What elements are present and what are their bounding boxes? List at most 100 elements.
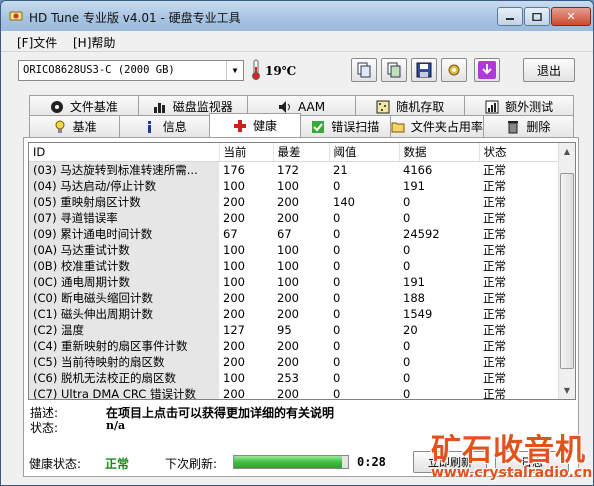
table-cell: 0 bbox=[403, 194, 411, 209]
tab-info[interactable]: 信息 bbox=[119, 115, 211, 137]
title-bar[interactable]: HD Tune 专业版 v4.01 - 硬盘专业工具 ✕ bbox=[1, 1, 593, 31]
status-label: 状态: bbox=[30, 421, 59, 435]
table-row[interactable]: (C4) 重新映射的扇区事件计数 200 200 0 0 正常 bbox=[29, 337, 560, 354]
copy-screenshot-button[interactable] bbox=[381, 58, 407, 82]
table-row[interactable]: (09) 累计通电时间计数 67 67 0 24592 正常 bbox=[29, 225, 560, 242]
table-cell: 正常 bbox=[483, 210, 506, 225]
tab-label: 健康 bbox=[253, 119, 278, 133]
options-button[interactable] bbox=[441, 58, 467, 82]
smart-table[interactable]: ID 当前 最差 阈值 数据 状态 (03) 马达旋转到标准转速所需... 176 172 21… bbox=[28, 142, 576, 400]
refresh-now-button[interactable]: 立即刷新 bbox=[413, 451, 487, 473]
table-cell: 0 bbox=[333, 274, 341, 289]
menu-file[interactable]: [F]文件 bbox=[17, 34, 57, 51]
table-row[interactable]: (0A) 马达重试计数 100 100 0 0 正常 bbox=[29, 241, 560, 258]
tab-label: 文件夹占用率 bbox=[410, 120, 483, 134]
table-cell: 0 bbox=[333, 370, 341, 385]
table-row[interactable]: (C2) 温度 127 95 0 20 正常 bbox=[29, 321, 560, 338]
table-row[interactable]: (C7) Ultra DMA CRC 错误计数 200 200 0 0 正常 bbox=[29, 385, 560, 400]
tab-folder-usage[interactable]: 文件夹占用率 bbox=[389, 115, 484, 137]
table-cell: 200 bbox=[277, 306, 299, 321]
vertical-scrollbar[interactable]: ▲ ▼ bbox=[558, 143, 575, 399]
table-cell: 176 bbox=[223, 162, 245, 177]
close-button[interactable]: ✕ bbox=[551, 7, 591, 26]
table-cell: 200 bbox=[223, 290, 245, 305]
log-button[interactable]: 日志 bbox=[495, 451, 569, 473]
table-row[interactable]: (03) 马达旋转到标准转速所需... 176 172 21 4166 正常 bbox=[29, 161, 560, 178]
refresh-progress-bar bbox=[233, 455, 349, 469]
speaker-icon bbox=[278, 100, 290, 113]
column-header[interactable]: 最差 bbox=[273, 143, 330, 162]
table-cell: 253 bbox=[277, 370, 299, 385]
column-header[interactable]: 阈值 bbox=[329, 143, 400, 162]
drive-select[interactable]: ORICO8628US3-C (2000 GB) ▼ bbox=[18, 60, 244, 81]
scroll-down-icon[interactable]: ▼ bbox=[559, 382, 575, 399]
table-cell: 127 bbox=[223, 322, 245, 337]
table-cell: (C7) Ultra DMA CRC 错误计数 bbox=[29, 385, 219, 399]
error-scan-icon bbox=[312, 120, 325, 133]
smart-table-body: (03) 马达旋转到标准转速所需... 176 172 21 4166 正常 (04) 马达… bbox=[29, 161, 560, 400]
table-cell: 0 bbox=[333, 354, 341, 369]
table-cell: (04) 马达启动/停止计数 bbox=[29, 177, 219, 194]
table-row[interactable]: (04) 马达启动/停止计数 100 100 0 191 正常 bbox=[29, 177, 560, 194]
column-header[interactable]: 状态 bbox=[479, 143, 561, 162]
table-cell: 67 bbox=[277, 226, 292, 241]
chevron-down-icon[interactable]: ▼ bbox=[226, 61, 243, 80]
table-header: ID 当前 最差 阈值 数据 状态 bbox=[29, 143, 561, 162]
thermometer-icon bbox=[252, 59, 260, 80]
table-row[interactable]: (0C) 通电周期计数 100 100 0 191 正常 bbox=[29, 273, 560, 290]
app-icon bbox=[9, 11, 23, 21]
tab-row-bottom: 基准 信息 健康 错误扫描 文件夹占用率 删除 bbox=[29, 113, 575, 137]
table-cell: 0 bbox=[333, 178, 341, 193]
exit-button[interactable]: 退出 bbox=[523, 58, 575, 82]
window-title: HD Tune 专业版 v4.01 - 硬盘专业工具 bbox=[29, 11, 241, 25]
table-cell: 200 bbox=[223, 354, 245, 369]
disk-monitor-icon bbox=[153, 102, 165, 113]
tab-random-access[interactable]: 随机存取 bbox=[355, 95, 466, 117]
scrollbar-thumb[interactable] bbox=[560, 173, 574, 369]
tab-benchmark[interactable]: 基准 bbox=[29, 115, 121, 137]
table-row[interactable]: (C1) 磁头伸出周期计数 200 200 0 1549 正常 bbox=[29, 305, 560, 322]
column-header[interactable]: 当前 bbox=[219, 143, 274, 162]
table-cell: 200 bbox=[277, 194, 299, 209]
tab-error-scan[interactable]: 错误扫描 bbox=[299, 115, 391, 137]
column-header[interactable]: 数据 bbox=[399, 143, 480, 162]
table-row[interactable]: (C0) 断电磁头缩回计数 200 200 0 188 正常 bbox=[29, 289, 560, 306]
save-button[interactable] bbox=[411, 58, 437, 82]
menu-bar: [F]文件 [H]帮助 bbox=[1, 31, 593, 51]
scroll-up-icon[interactable]: ▲ bbox=[559, 143, 575, 160]
table-cell: 100 bbox=[277, 258, 299, 273]
minimize-button[interactable] bbox=[497, 7, 523, 26]
status-text: n/a bbox=[106, 419, 126, 432]
table-row[interactable]: (C5) 当前待映射的扇区数 200 200 0 0 正常 bbox=[29, 353, 560, 370]
copy-text-button[interactable] bbox=[351, 58, 377, 82]
table-row[interactable]: (C6) 脱机无法校正的扇区数 100 253 0 0 正常 bbox=[29, 369, 560, 386]
maximize-button[interactable] bbox=[524, 7, 550, 26]
menu-help[interactable]: [H]帮助 bbox=[73, 34, 115, 51]
download-button[interactable] bbox=[474, 58, 500, 82]
copy-icon bbox=[357, 62, 371, 78]
table-cell: 0 bbox=[403, 210, 411, 225]
tab-file-benchmark[interactable]: 文件基准 bbox=[29, 95, 139, 117]
table-cell: 正常 bbox=[483, 386, 506, 400]
table-cell: 200 bbox=[277, 290, 299, 305]
tab-label: 随机存取 bbox=[396, 100, 445, 114]
table-row[interactable]: (07) 寻道错误率 200 200 0 0 正常 bbox=[29, 209, 560, 226]
table-row[interactable]: (05) 重映射扇区计数 200 200 140 0 正常 bbox=[29, 193, 560, 210]
table-cell: 0 bbox=[333, 322, 341, 337]
health-cross-icon bbox=[234, 119, 246, 132]
table-cell: 21 bbox=[333, 162, 348, 177]
table-cell: 24592 bbox=[403, 226, 440, 241]
table-row[interactable]: (0B) 校准重试计数 100 100 0 0 正常 bbox=[29, 257, 560, 274]
footer-bar: 健康状态: 正常 下次刷新: 0:28 立即刷新 日志 bbox=[1, 447, 593, 477]
benchmark-icon bbox=[55, 120, 65, 133]
table-cell: 191 bbox=[403, 178, 425, 193]
table-cell: 正常 bbox=[483, 194, 506, 209]
tab-erase[interactable]: 删除 bbox=[482, 115, 575, 137]
file-benchmark-icon bbox=[50, 100, 63, 113]
column-header[interactable]: ID bbox=[29, 143, 220, 162]
table-cell: 正常 bbox=[483, 242, 506, 257]
table-cell: 正常 bbox=[483, 162, 506, 177]
tab-health[interactable]: 健康 bbox=[209, 113, 301, 137]
tab-extra-tests[interactable]: 额外测试 bbox=[464, 95, 574, 117]
health-status-label: 健康状态: bbox=[29, 457, 82, 471]
